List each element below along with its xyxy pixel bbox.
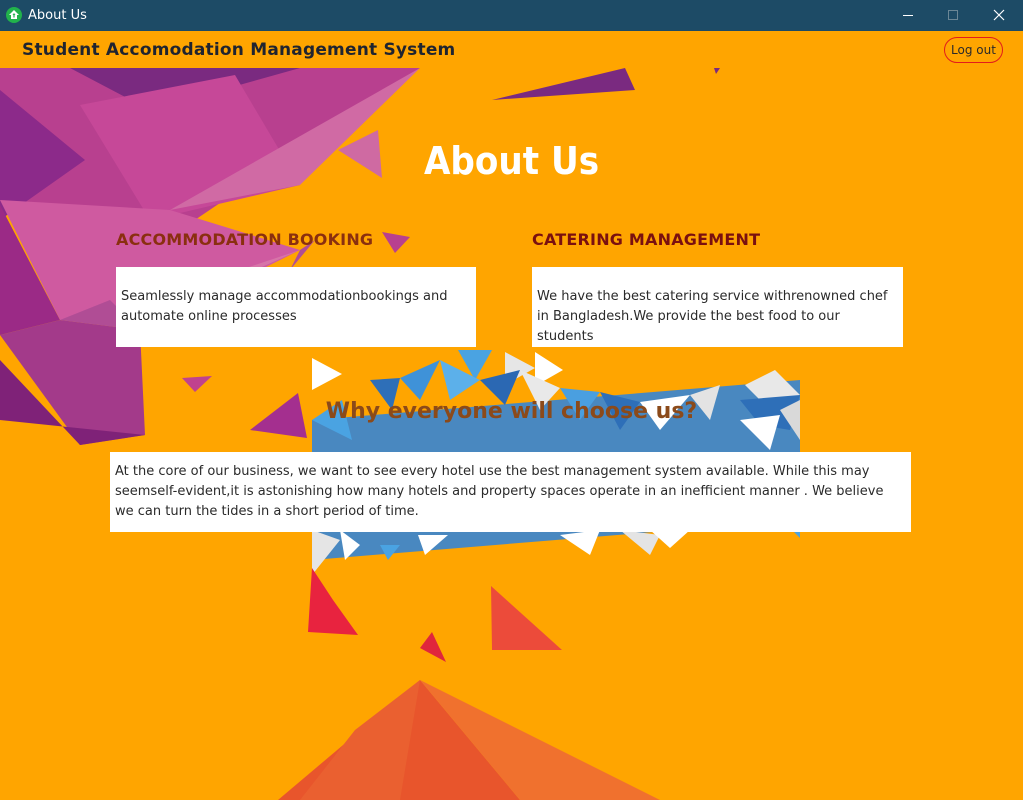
why-choose-us-description: At the core of our business, we want to … xyxy=(115,464,884,519)
catering-description: We have the best catering service withre… xyxy=(537,289,888,344)
window-titlebar: About Us xyxy=(0,0,1023,31)
accommodation-booking-title: ACCOMMODATION BOOKING xyxy=(116,230,374,249)
why-choose-us-title: Why everyone will choose us? xyxy=(325,399,698,424)
logout-button[interactable]: Log out xyxy=(944,37,1003,63)
maximize-button[interactable] xyxy=(930,0,976,31)
accommodation-description: Seamlessly manage accommodationbookings … xyxy=(121,289,448,324)
app-header: Student Accomodation Management System L… xyxy=(0,31,1023,68)
minimize-button[interactable] xyxy=(885,0,931,31)
app-home-icon xyxy=(6,7,22,23)
app-title: Student Accomodation Management System xyxy=(22,40,456,60)
close-button[interactable] xyxy=(976,0,1022,31)
app-window: Student Accomodation Management System L… xyxy=(0,31,1023,800)
catering-description-box: We have the best catering service withre… xyxy=(532,267,903,347)
catering-management-title: CATERING MANAGEMENT xyxy=(532,230,761,249)
page-title: About Us xyxy=(423,139,600,183)
window-title: About Us xyxy=(28,8,87,23)
why-choose-us-box: At the core of our business, we want to … xyxy=(110,452,911,532)
accommodation-description-box: Seamlessly manage accommodationbookings … xyxy=(116,267,476,347)
